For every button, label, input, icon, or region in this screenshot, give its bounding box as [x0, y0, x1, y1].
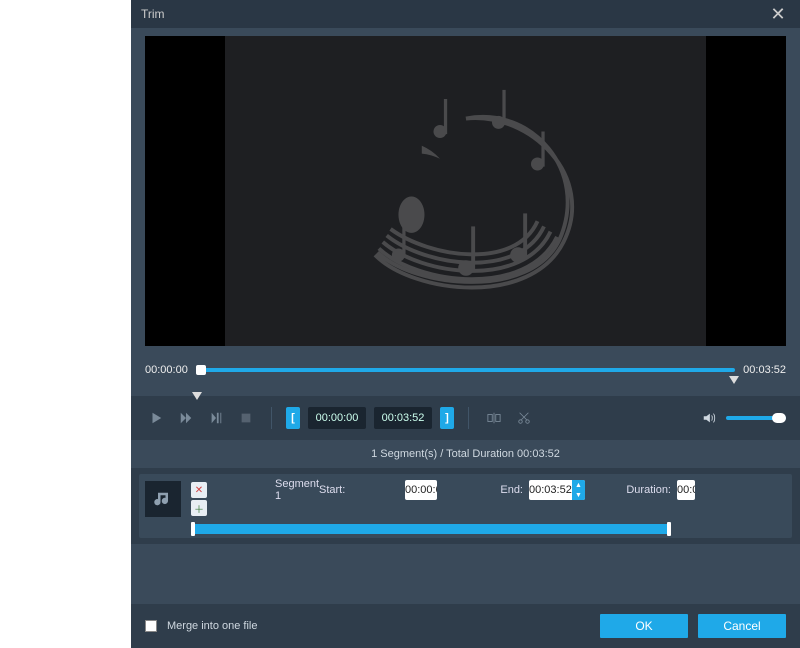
set-end-bracket-icon[interactable]: ] — [440, 407, 454, 429]
volume-thumb[interactable] — [772, 413, 786, 423]
segments-summary: 1 Segment(s) / Total Duration 00:03:52 — [131, 440, 800, 468]
add-segment-icon[interactable]: ＋ — [191, 500, 207, 516]
footer: Merge into one file OK Cancel — [131, 604, 800, 648]
window-title: Trim — [141, 7, 165, 21]
segments-empty-area — [131, 544, 800, 604]
segment-row[interactable]: Segment 1 Start: 00:00:00 ▲▼ End: 00:03:… — [139, 474, 792, 538]
next-frame-icon[interactable] — [205, 407, 227, 429]
music-artwork-icon — [336, 60, 596, 323]
volume-slider[interactable] — [726, 416, 786, 420]
controls-bar: [ 00:00:00 00:03:52 ] — [131, 396, 800, 440]
separator — [271, 407, 272, 429]
fast-forward-icon[interactable] — [175, 407, 197, 429]
merge-checkbox[interactable] — [145, 620, 157, 632]
duration-label: Duration: — [591, 484, 671, 496]
play-icon[interactable] — [145, 407, 167, 429]
delete-segment-icon[interactable]: ✕ — [191, 482, 207, 498]
end-time-input[interactable]: 00:03:52 ▲▼ — [529, 480, 585, 500]
end-label: End: — [443, 484, 523, 496]
segment-thumb-icon — [145, 481, 181, 517]
close-icon[interactable]: ✕ — [766, 4, 790, 25]
start-time-input[interactable]: 00:00:00 ▲▼ — [405, 480, 437, 500]
volume-icon[interactable] — [698, 407, 720, 429]
trim-end-handle[interactable] — [729, 376, 739, 384]
segment-range-bar[interactable] — [191, 524, 671, 534]
trim-start-value[interactable]: 00:00:00 — [308, 407, 366, 429]
start-label: Start: — [319, 484, 399, 496]
preview-canvas — [225, 36, 706, 346]
trim-end-value[interactable]: 00:03:52 — [374, 407, 432, 429]
timeline-track[interactable] — [196, 358, 735, 382]
spin-down-icon[interactable]: ▼ — [572, 490, 585, 500]
cut-icon[interactable] — [513, 407, 535, 429]
segments-list: Segment 1 Start: 00:00:00 ▲▼ End: 00:03:… — [131, 468, 800, 544]
titlebar: Trim ✕ — [131, 0, 800, 28]
set-start-bracket-icon[interactable]: [ — [286, 407, 300, 429]
time-current: 00:00:00 — [145, 364, 188, 376]
duration-input[interactable]: 00:03:52 ▲▼ — [677, 480, 695, 500]
ok-button[interactable]: OK — [600, 614, 688, 638]
volume-control — [698, 407, 786, 429]
playhead-handle[interactable] — [196, 365, 206, 375]
cancel-button[interactable]: Cancel — [698, 614, 786, 638]
trim-dialog: Trim ✕ — [131, 0, 800, 648]
trim-start-handle[interactable] — [192, 392, 202, 400]
preview-area — [145, 36, 786, 346]
timeline: 00:00:00 00:03:52 — [145, 356, 786, 384]
time-total: 00:03:52 — [743, 364, 786, 376]
segment-name: Segment 1 — [275, 478, 313, 502]
merge-label: Merge into one file — [167, 620, 258, 632]
split-icon[interactable] — [483, 407, 505, 429]
spin-up-icon[interactable]: ▲ — [572, 480, 585, 490]
stop-icon[interactable] — [235, 407, 257, 429]
separator — [468, 407, 469, 429]
